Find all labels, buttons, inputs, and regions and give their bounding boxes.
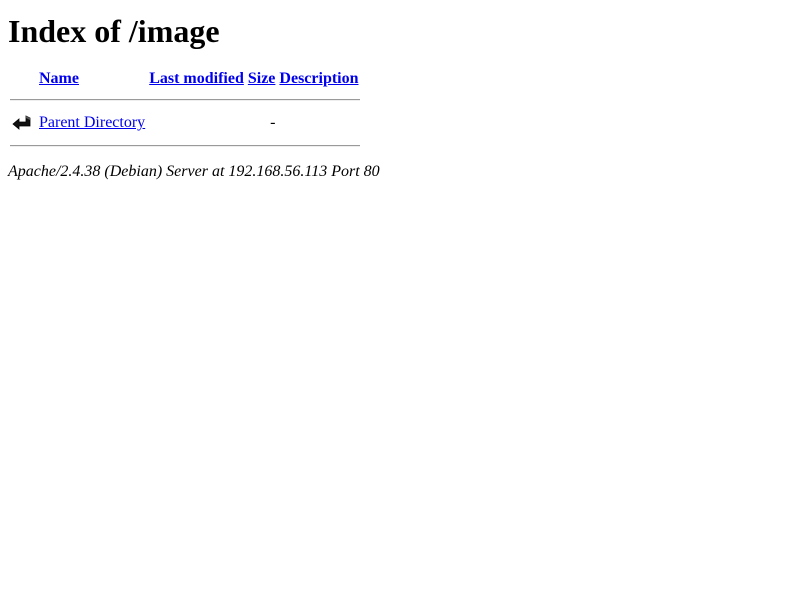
icon-column-header — [10, 69, 36, 89]
back-arrow-icon — [11, 112, 33, 134]
separator-row — [10, 91, 360, 109]
server-signature: Apache/2.4.38 (Debian) Server at 192.168… — [8, 163, 380, 181]
row-description-cell — [278, 111, 359, 135]
sort-by-last-modified-link[interactable]: Last modified — [149, 70, 244, 87]
size-column-header: Size — [247, 69, 277, 89]
row-icon-cell — [10, 111, 36, 135]
sort-by-name-link[interactable]: Name — [39, 70, 79, 87]
parent-directory-link[interactable]: Parent Directory — [39, 114, 145, 131]
footer-divider — [10, 145, 360, 148]
table-row: Parent Directory - — [10, 111, 360, 135]
sort-by-size-link[interactable]: Size — [248, 70, 276, 87]
sort-by-description-link[interactable]: Description — [279, 70, 358, 87]
directory-listing-table: Name Last modified Size Description Pare… — [8, 67, 362, 157]
page-title: Index of /image — [8, 13, 220, 49]
header-divider — [10, 99, 360, 102]
name-column-header: Name — [38, 69, 146, 89]
row-size-cell: - — [270, 114, 276, 132]
last-modified-column-header: Last modified — [148, 69, 245, 89]
separator-row — [10, 137, 360, 155]
table-header-row: Name Last modified Size Description — [10, 69, 360, 89]
row-name-cell: Parent Directory — [38, 111, 146, 135]
description-column-header: Description — [278, 69, 359, 89]
row-last-modified-cell — [148, 111, 245, 135]
